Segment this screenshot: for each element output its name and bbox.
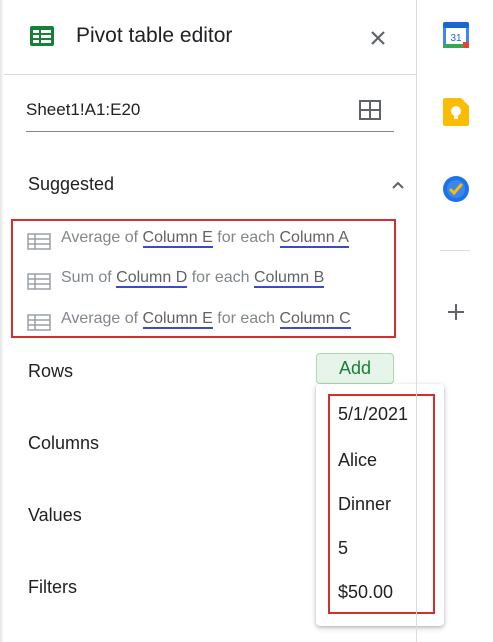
calendar-icon[interactable]: 31 bbox=[443, 22, 469, 48]
suggestion-item[interactable]: Sum of Column D for each Column B bbox=[27, 267, 387, 293]
column-link[interactable]: Column C bbox=[279, 310, 351, 329]
panel-title: Pivot table editor bbox=[76, 24, 233, 47]
close-icon[interactable] bbox=[364, 24, 392, 52]
header-divider bbox=[4, 74, 416, 75]
add-rows-button[interactable]: Add bbox=[316, 353, 394, 384]
side-panel-separator bbox=[440, 250, 470, 251]
dropdown-option[interactable]: Dinner bbox=[338, 494, 391, 515]
suggestion-item[interactable]: Average of Column E for each Column C bbox=[27, 308, 387, 334]
keep-icon[interactable] bbox=[443, 98, 469, 126]
suggestion-prefix: Average of bbox=[61, 310, 143, 327]
suggestion-text: Average of Column E for each Column A bbox=[61, 229, 349, 248]
suggestion-prefix: Average of bbox=[61, 229, 143, 246]
suggested-heading: Suggested bbox=[28, 174, 115, 194]
suggestion-text: Sum of Column D for each Column B bbox=[61, 269, 325, 288]
dropdown-option[interactable]: Alice bbox=[338, 450, 377, 471]
data-range-input[interactable]: Sheet1!A1:E20 bbox=[26, 100, 140, 120]
suggestion-item[interactable]: Average of Column E for each Column A bbox=[27, 227, 387, 253]
panel-shadow bbox=[0, 0, 4, 642]
column-link[interactable]: Column A bbox=[279, 229, 349, 248]
side-panel-divider bbox=[416, 0, 417, 642]
columns-heading: Columns bbox=[28, 433, 100, 453]
column-link[interactable]: Column B bbox=[253, 269, 325, 288]
column-link[interactable]: Column E bbox=[142, 229, 213, 248]
dropdown-option[interactable]: 5/1/2021 bbox=[338, 404, 408, 425]
dropdown-option[interactable]: 5 bbox=[338, 538, 348, 559]
table-icon bbox=[27, 233, 51, 250]
table-icon bbox=[27, 273, 51, 290]
chevron-up-icon[interactable] bbox=[390, 178, 406, 192]
range-underline bbox=[26, 131, 394, 132]
add-field-dropdown: 5/1/2021 Alice Dinner 5 $50.00 bbox=[316, 384, 444, 626]
dropdown-option[interactable]: $50.00 bbox=[338, 582, 393, 603]
select-range-grid-icon[interactable] bbox=[358, 99, 382, 121]
suggestion-mid: for each bbox=[187, 269, 254, 286]
calendar-day: 31 bbox=[450, 33, 462, 44]
rows-heading: Rows bbox=[28, 361, 74, 381]
column-link[interactable]: Column D bbox=[116, 269, 188, 288]
suggestion-mid: for each bbox=[212, 229, 280, 246]
filters-heading: Filters bbox=[28, 577, 77, 597]
sheets-table-icon bbox=[30, 26, 54, 46]
plus-icon[interactable] bbox=[446, 302, 466, 322]
tasks-icon[interactable] bbox=[443, 176, 469, 202]
suggestion-text: Average of Column E for each Column C bbox=[61, 310, 351, 329]
table-icon bbox=[27, 314, 51, 331]
column-link[interactable]: Column E bbox=[142, 310, 213, 329]
panel-header: Pivot table editor bbox=[0, 0, 416, 74]
suggestion-mid: for each bbox=[212, 310, 280, 327]
suggestion-prefix: Sum of bbox=[61, 269, 117, 286]
values-heading: Values bbox=[28, 505, 82, 525]
